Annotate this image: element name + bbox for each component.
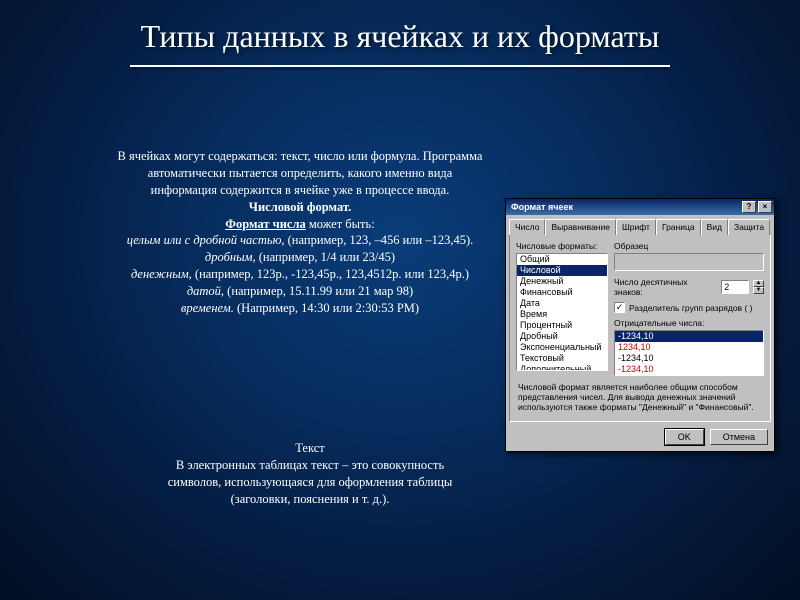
tab-font[interactable]: Шрифт [616, 219, 656, 235]
list-item[interactable]: Числовой [517, 265, 607, 276]
paragraph-intro: В ячейках могут содержаться: текст, числ… [115, 148, 485, 199]
dialog-buttons: OK Отмена [506, 425, 774, 451]
list-item[interactable]: Дата [517, 298, 607, 309]
list-item[interactable]: Дополнительный [517, 364, 607, 371]
list-item[interactable]: Текстовый [517, 353, 607, 364]
formats-listbox[interactable]: Общий Числовой Денежный Финансовый Дата … [516, 253, 608, 371]
help-button[interactable]: ? [742, 201, 756, 213]
it2: дробным, [205, 250, 256, 264]
tab-number[interactable]: Число [509, 219, 545, 235]
spin-up-icon[interactable]: ▲ [753, 280, 764, 287]
tab-view[interactable]: Вид [701, 219, 728, 235]
heading-numeric: Числовой формат. [115, 199, 485, 216]
body-text-1: В ячейках могут содержаться: текст, числ… [115, 148, 485, 317]
spin-down-icon[interactable]: ▼ [753, 287, 764, 294]
format-suffix: может быть: [306, 217, 375, 231]
format-cells-dialog: Формат ячеек ? × Число Выравнивание Шриф… [505, 198, 775, 452]
ex3: (например, 123р., -123,45р., 123,4512р. … [192, 267, 469, 281]
decimals-input[interactable]: 2 [721, 280, 749, 294]
cancel-button[interactable]: Отмена [710, 429, 768, 445]
heading-text: Текст [155, 440, 465, 457]
ex4: (например, 15.11.99 или 21 мар 98) [224, 284, 413, 298]
line-format: Формат числа может быть: [115, 216, 485, 233]
tab-protection[interactable]: Защита [728, 219, 770, 235]
negatives-listbox[interactable]: -1234,10 1234,10 -1234,10 -1234,10 [614, 330, 764, 376]
ex1: (например, 123, –456 или –123,45). [285, 233, 474, 247]
formats-label: Числовые форматы: [516, 241, 608, 251]
paragraph-text: В электронных таблицах текст – это совок… [155, 457, 465, 508]
separator-label: Разделитель групп разрядов ( ) [629, 303, 752, 313]
line-currency: денежным, (например, 123р., -123,45р., 1… [115, 266, 485, 283]
ok-button[interactable]: OK [665, 429, 704, 445]
list-item[interactable]: Дробный [517, 331, 607, 342]
list-item[interactable]: Экспоненциальный [517, 342, 607, 353]
line-time: временем. (Например, 14:30 или 2:30:53 P… [115, 300, 485, 317]
tab-panel: Числовые форматы: Общий Числовой Денежны… [509, 234, 771, 422]
negatives-label: Отрицательные числа: [614, 318, 764, 328]
it4: датой, [187, 284, 224, 298]
it1: целым или с дробной частью, [127, 233, 285, 247]
dialog-title: Формат ячеек [511, 202, 740, 212]
it5: временем. [181, 301, 234, 315]
format-hint: Числовой формат является наиболее общим … [516, 376, 764, 415]
list-item[interactable]: 1234,10 [615, 342, 763, 353]
list-item[interactable]: -1234,10 [615, 364, 763, 375]
format-underline: Формат числа [225, 217, 305, 231]
ex2: (например, 1/4 или 23/45) [256, 250, 395, 264]
close-button[interactable]: × [758, 201, 772, 213]
slide-title: Типы данных в ячейках и их форматы [0, 0, 800, 63]
list-item[interactable]: -1234,10 [615, 353, 763, 364]
ex5: (Например, 14:30 или 2:30:53 PM) [234, 301, 419, 315]
tab-strip: Число Выравнивание Шрифт Граница Вид Защ… [506, 215, 774, 234]
list-item[interactable]: Процентный [517, 320, 607, 331]
separator-checkbox[interactable]: ✓ [614, 302, 625, 313]
decimals-spinner[interactable]: ▲▼ [753, 280, 764, 294]
list-item[interactable]: -1234,10 [615, 331, 763, 342]
list-item[interactable]: Финансовый [517, 287, 607, 298]
body-text-2: Текст В электронных таблицах текст – это… [155, 440, 465, 508]
tab-alignment[interactable]: Выравнивание [545, 219, 616, 235]
tab-border[interactable]: Граница [656, 219, 701, 235]
sample-label: Образец [614, 241, 764, 251]
title-underline [130, 65, 670, 67]
line-fraction: дробным, (например, 1/4 или 23/45) [115, 249, 485, 266]
it3: денежным, [131, 267, 192, 281]
sample-box [614, 253, 764, 271]
dialog-titlebar[interactable]: Формат ячеек ? × [506, 199, 774, 215]
list-item[interactable]: Время [517, 309, 607, 320]
line-date: датой, (например, 15.11.99 или 21 мар 98… [115, 283, 485, 300]
decimals-label: Число десятичных знаков: [614, 277, 717, 297]
line-integer: целым или с дробной частью, (например, 1… [115, 232, 485, 249]
list-item[interactable]: Денежный [517, 276, 607, 287]
list-item[interactable]: Общий [517, 254, 607, 265]
